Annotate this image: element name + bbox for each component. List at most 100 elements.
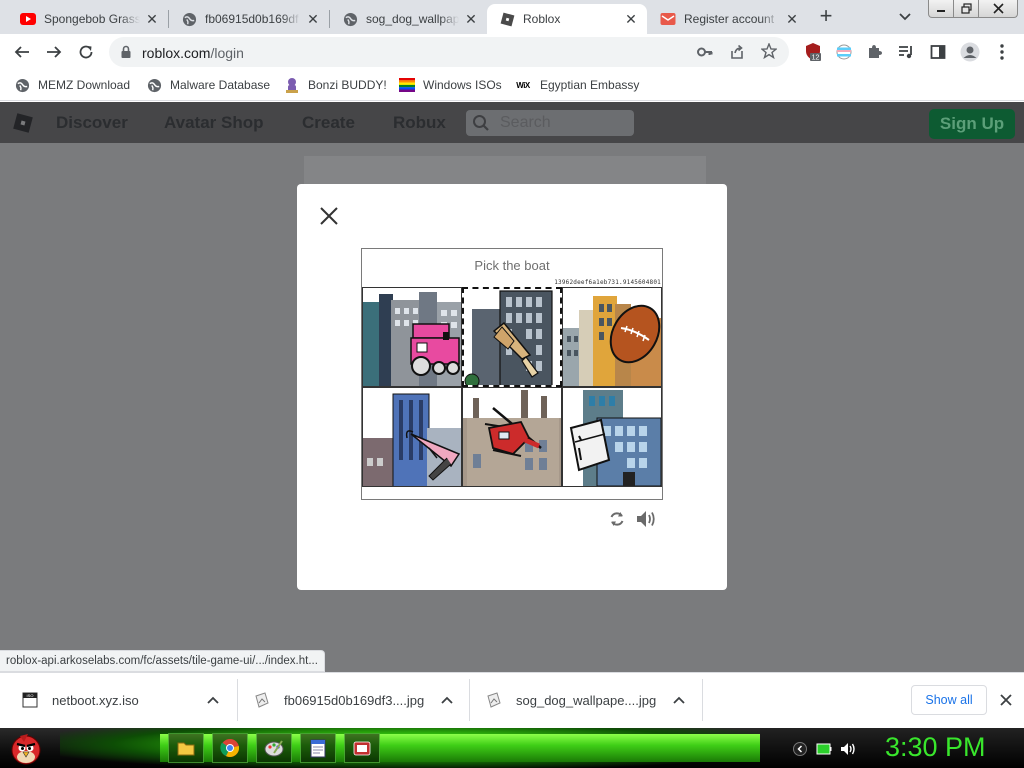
media-queue-icon[interactable] <box>894 40 918 64</box>
nav-avatar-shop[interactable]: Avatar Shop <box>164 113 264 133</box>
roblox-search-input[interactable]: Search <box>466 110 634 136</box>
signup-button[interactable]: Sign Up <box>929 109 1015 139</box>
download-separator <box>237 679 238 721</box>
rainbow-flag-icon <box>399 77 415 93</box>
tab-sog-dog[interactable]: sog_dog_wallpape ✕ <box>330 4 487 34</box>
tab-close-icon[interactable]: ✕ <box>784 11 800 27</box>
puzzle-extensions-icon[interactable] <box>862 40 886 64</box>
download-filename: sog_dog_wallpape....jpg <box>516 692 657 708</box>
search-icon <box>472 114 490 135</box>
roblox-logo-icon[interactable] <box>12 112 34 137</box>
tab-roblox[interactable]: Roblox ✕ <box>487 4 647 34</box>
volume-icon[interactable] <box>840 741 856 757</box>
lock-icon[interactable] <box>121 45 131 61</box>
forward-arrow-icon[interactable] <box>42 40 66 64</box>
start-angry-bird-icon[interactable] <box>6 730 46 766</box>
taskbar-chrome[interactable] <box>212 733 248 763</box>
image-file-icon <box>255 692 269 708</box>
side-panel-icon[interactable] <box>926 40 950 64</box>
profile-avatar-icon[interactable] <box>958 40 982 64</box>
bookmark-malware-database[interactable]: Malware Database <box>146 76 270 94</box>
close-icon[interactable] <box>998 692 1014 708</box>
download-item[interactable]: sog_dog_wallpape....jpg <box>486 679 696 721</box>
battery-icon[interactable] <box>816 741 832 757</box>
tab-fb06915[interactable]: fb06915d0b169df ✕ <box>169 4 329 34</box>
roblox-icon <box>499 11 515 27</box>
captcha-tile-train[interactable] <box>362 287 462 387</box>
downloads-shelf: ISO netboot.xyz.iso fb06915d0b169df3....… <box>0 672 1024 728</box>
captcha-tile-shovel[interactable] <box>462 287 562 387</box>
bookmark-memz[interactable]: MEMZ Download <box>14 76 130 94</box>
nav-robux[interactable]: Robux <box>393 113 446 133</box>
search-placeholder: Search <box>500 114 551 131</box>
bookmark-label: Egyptian Embassy <box>540 78 640 92</box>
tab-strip: Spongebob Grass ✕ fb06915d0b169df ✕ sog_… <box>0 0 1024 34</box>
tab-close-icon[interactable]: ✕ <box>305 11 321 27</box>
image-file-icon <box>487 692 501 708</box>
extensions-badge-count: 12 <box>812 55 820 62</box>
close-icon[interactable] <box>319 206 339 226</box>
globe-icon <box>342 11 358 27</box>
notepad-icon <box>310 739 326 758</box>
key-icon[interactable] <box>697 45 713 62</box>
captcha-widget: Pick the boat 13962deef6a1eb731.91456048… <box>361 248 663 500</box>
show-all-downloads-button[interactable]: Show all <box>911 685 987 715</box>
tab-close-icon[interactable]: ✕ <box>144 11 160 27</box>
window-minimize-button[interactable] <box>928 0 954 18</box>
tab-title: sog_dog_wallpape <box>366 12 459 26</box>
download-separator <box>702 679 703 721</box>
globe-icon <box>146 77 162 93</box>
extension-shield-icon[interactable]: 12 <box>801 40 825 64</box>
captcha-tile-football[interactable] <box>562 287 662 387</box>
window-close-button[interactable] <box>978 0 1018 18</box>
tab-title: fb06915d0b169df <box>205 12 299 26</box>
bookmark-label: MEMZ Download <box>38 78 131 92</box>
new-tab-button[interactable]: + <box>813 5 839 28</box>
taskbar-file-explorer[interactable] <box>168 733 204 763</box>
captcha-tile-helicopter[interactable] <box>462 387 562 487</box>
tab-title: Spongebob Grass <box>44 12 140 26</box>
captcha-tile-pen[interactable] <box>362 387 462 487</box>
tab-spongebob[interactable]: Spongebob Grass ✕ <box>8 4 168 34</box>
taskbar-band <box>160 734 760 762</box>
tab-close-icon[interactable]: ✕ <box>623 11 639 27</box>
flag-extension-icon[interactable] <box>832 40 856 64</box>
nav-create[interactable]: Create <box>302 113 355 133</box>
back-arrow-icon[interactable] <box>10 40 34 64</box>
bookmark-label: Windows ISOs <box>423 78 502 92</box>
folder-icon <box>177 742 195 756</box>
chevron-up-icon[interactable] <box>440 693 454 707</box>
download-item[interactable]: ISO netboot.xyz.iso <box>22 679 232 721</box>
url-text[interactable]: roblox.com/login <box>142 45 244 61</box>
tab-close-icon[interactable]: ✕ <box>463 11 479 27</box>
address-bar[interactable]: roblox.com/login <box>109 37 789 67</box>
page-viewport: Discover Avatar Shop Create Robux Search… <box>0 102 1024 672</box>
bookmark-bonzi-buddy[interactable]: Bonzi BUDDY! <box>284 76 387 94</box>
youtube-icon <box>20 11 36 27</box>
download-item[interactable]: fb06915d0b169df3....jpg <box>254 679 464 721</box>
bookmark-egyptian-embassy[interactable]: WiX Egyptian Embassy <box>514 76 639 94</box>
bookmarks-bar: MEMZ Download Malware Database Bonzi BUD… <box>0 70 1024 101</box>
speaker-audio-icon[interactable] <box>635 509 657 529</box>
chevron-up-icon[interactable] <box>672 693 686 707</box>
tab-search-chevron-icon[interactable] <box>896 8 914 26</box>
tray-chevron-left-icon[interactable] <box>792 741 808 757</box>
chevron-up-icon[interactable] <box>206 693 220 707</box>
bookmark-windows-isos[interactable]: Windows ISOs <box>399 76 502 94</box>
bookmark-star-icon[interactable] <box>760 42 778 62</box>
url-host: roblox.com <box>142 45 211 61</box>
nav-discover[interactable]: Discover <box>56 113 128 133</box>
kebab-menu-icon[interactable] <box>990 40 1014 64</box>
window-restore-button[interactable] <box>953 0 979 18</box>
tab-title: Roblox <box>523 12 561 26</box>
taskbar-notepad[interactable] <box>300 733 336 763</box>
tab-register-account[interactable]: Register account ✕ <box>648 4 808 34</box>
captcha-tile-refrigerator[interactable] <box>562 387 662 487</box>
refresh-icon[interactable] <box>608 510 626 528</box>
taskbar-clock[interactable]: 3:30 PM <box>885 732 986 763</box>
share-icon[interactable] <box>729 44 745 63</box>
download-separator <box>469 679 470 721</box>
taskbar-media-app[interactable] <box>344 733 380 763</box>
taskbar-paint[interactable] <box>256 733 292 763</box>
reload-icon[interactable] <box>74 40 98 64</box>
